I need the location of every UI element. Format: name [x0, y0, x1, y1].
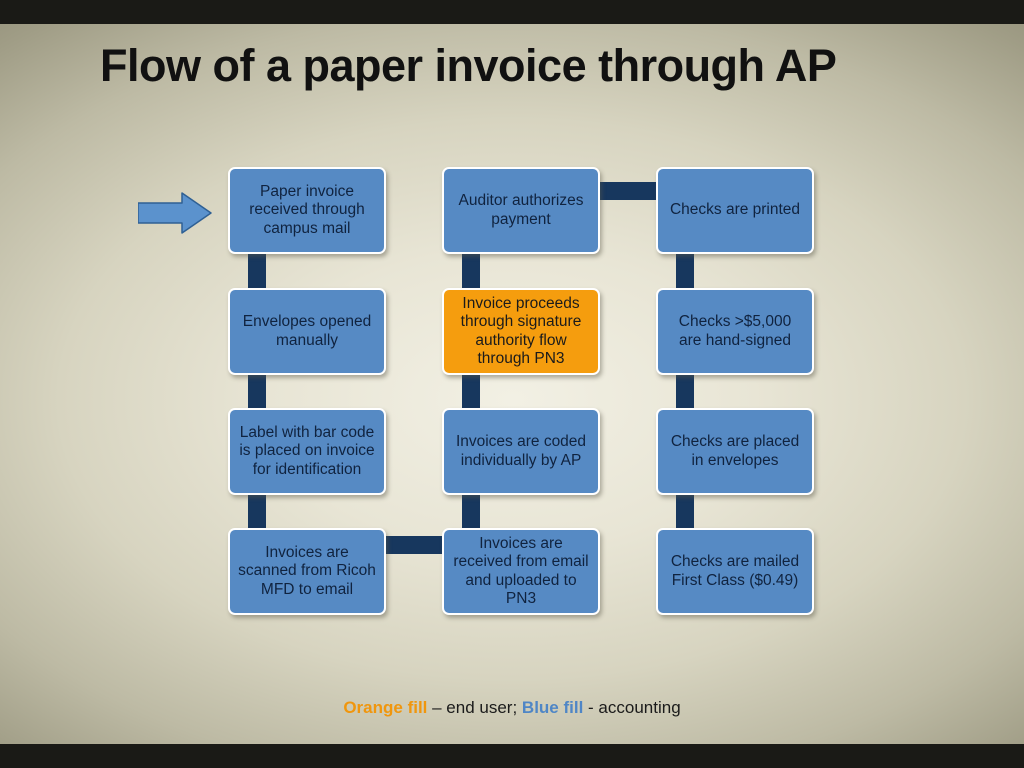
- top-band: [0, 0, 1024, 24]
- flow-node-label: Paper invoice received through campus ma…: [249, 183, 365, 237]
- flow-node-label: Invoices are scanned from Ricoh MFD to e…: [238, 544, 376, 598]
- legend-blue-label: Blue fill: [521, 698, 584, 717]
- flow-node-label: Checks are mailed First Class ($0.49): [670, 553, 800, 589]
- legend: Orange fill – end user; Blue fill - acco…: [0, 698, 1024, 718]
- flow-node-label: Label with bar code is placed on invoice…: [239, 424, 375, 478]
- connector-n2-n3: [248, 373, 266, 411]
- slide-canvas: Flow of a paper invoice through AP Paper…: [0, 0, 1024, 768]
- connector-n11-n12: [676, 493, 694, 531]
- flow-node-invoices-coded[interactable]: Invoices are coded individually by AP: [442, 408, 600, 495]
- connector-n9-n10: [676, 252, 694, 290]
- connector-n3-n4: [248, 493, 266, 531]
- flow-node-invoices-received-email[interactable]: Invoices are received from email and upl…: [442, 528, 600, 615]
- flow-node-label: Envelopes opened manually: [242, 313, 372, 349]
- right-arrow-icon: [137, 192, 212, 239]
- flow-node-checks-placed-envelopes[interactable]: Checks are placed in envelopes: [656, 408, 814, 495]
- bottom-band: [0, 744, 1024, 768]
- flow-node-label-bar-code[interactable]: Label with bar code is placed on invoice…: [228, 408, 386, 495]
- legend-orange-desc: – end user;: [427, 698, 522, 717]
- legend-orange-label: Orange fill: [343, 698, 428, 717]
- page-title: Flow of a paper invoice through AP: [100, 40, 837, 91]
- connector-n6-n7: [462, 373, 480, 411]
- flow-node-label: Checks are placed in envelopes: [670, 433, 800, 469]
- flow-node-signature-authority[interactable]: Invoice proceeds through signature autho…: [442, 288, 600, 375]
- flow-node-envelopes-opened[interactable]: Envelopes opened manually: [228, 288, 386, 375]
- connector-n5-n6: [462, 493, 480, 531]
- flow-node-label: Auditor authorizes payment: [458, 192, 584, 228]
- flow-node-label: Checks >$5,000 are hand-signed: [678, 313, 792, 349]
- flow-node-label: Invoices are received from email and upl…: [453, 534, 589, 607]
- flow-node-label: Invoices are coded individually by AP: [455, 433, 587, 469]
- flow-node-invoices-scanned[interactable]: Invoices are scanned from Ricoh MFD to e…: [228, 528, 386, 615]
- flow-node-checks-printed[interactable]: Checks are printed: [656, 167, 814, 254]
- connector-n1-n2: [248, 252, 266, 290]
- flow-node-paper-invoice-received[interactable]: Paper invoice received through campus ma…: [228, 167, 386, 254]
- connector-n4-n5: [380, 536, 450, 554]
- flow-node-auditor-authorizes[interactable]: Auditor authorizes payment: [442, 167, 600, 254]
- flow-node-label: Invoice proceeds through signature autho…: [460, 294, 582, 367]
- legend-blue-desc: - accounting: [583, 698, 681, 717]
- flow-node-checks-mailed[interactable]: Checks are mailed First Class ($0.49): [656, 528, 814, 615]
- flow-node-label: Checks are printed: [669, 201, 801, 219]
- connector-n10-n11: [676, 373, 694, 411]
- connector-n7-n8: [462, 252, 480, 290]
- flow-node-checks-hand-signed[interactable]: Checks >$5,000 are hand-signed: [656, 288, 814, 375]
